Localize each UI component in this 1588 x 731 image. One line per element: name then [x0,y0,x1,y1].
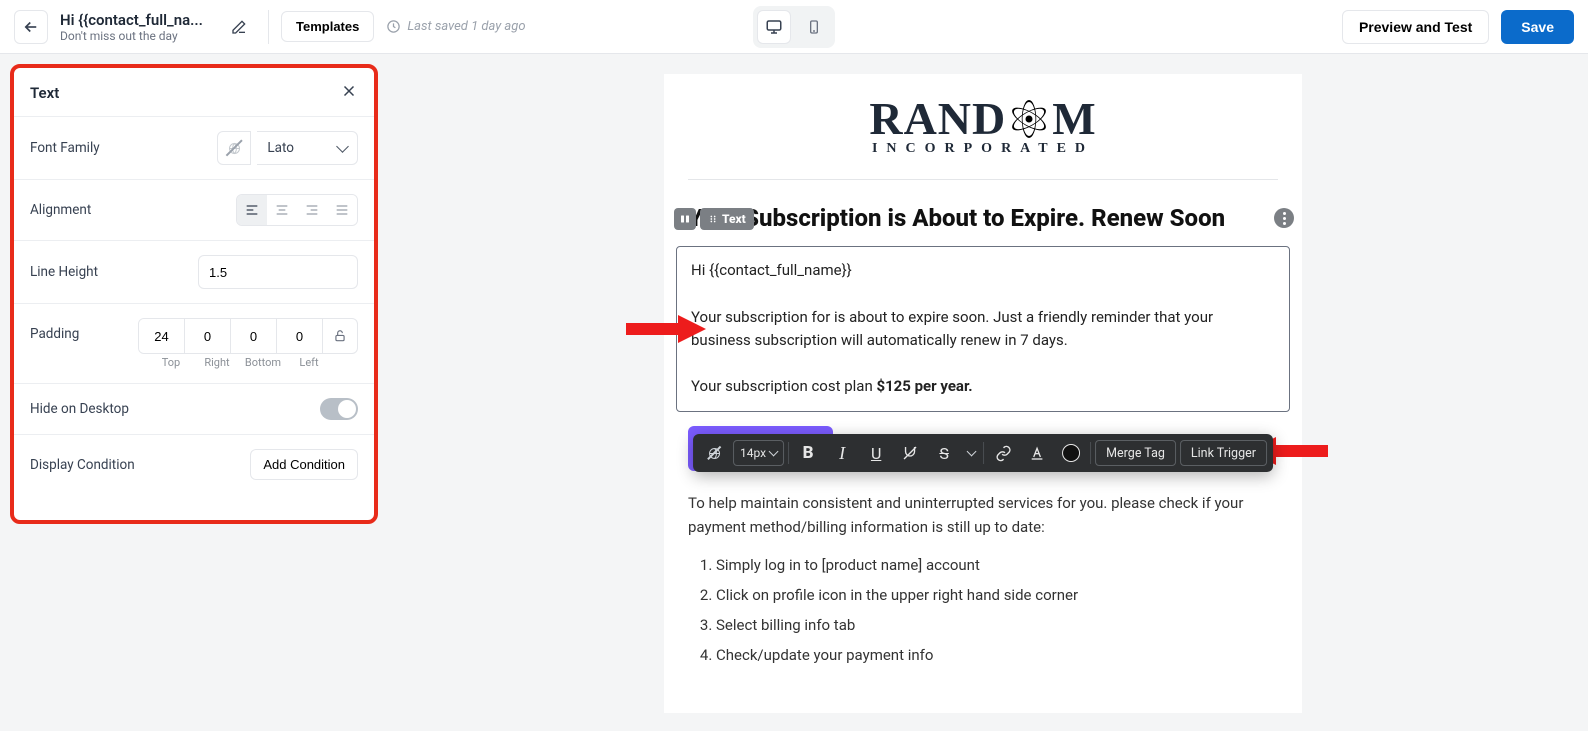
line-height-input[interactable] [198,255,358,289]
columns-icon [679,213,691,225]
panel-title: Text [30,84,59,102]
workspace: Text Font Family Lato Alignment [0,54,1588,713]
close-panel-button[interactable] [340,82,358,104]
back-button[interactable] [14,10,48,44]
document-title-block: Hi {{contact_full_na... Don't miss out t… [60,11,210,43]
line-height-label: Line Height [30,264,98,280]
monitor-icon [765,18,783,36]
drag-icon [708,214,718,224]
highlight-color-button[interactable] [1056,438,1086,468]
font-family-control: Lato [217,131,358,165]
font-family-label: Font Family [30,140,100,156]
document-subtitle: Don't miss out the day [60,29,210,43]
email-headline: Your Subscription is About to Expire. Re… [664,204,1302,242]
padding-top-input[interactable] [139,319,185,353]
align-right-button[interactable] [297,195,327,225]
padding-right-input[interactable] [185,319,231,353]
alignment-label: Alignment [30,202,91,218]
unlock-icon [333,329,347,343]
padding-inputs [138,318,358,354]
align-center-button[interactable] [267,195,297,225]
alignment-group [236,194,358,226]
padding-left-input[interactable] [277,319,323,353]
padding-bottom-input[interactable] [231,319,277,353]
logo: RAND M INCORPORATED [664,92,1302,169]
top-bar: Hi {{contact_full_na... Don't miss out t… [0,0,1588,54]
text-color-button[interactable] [1022,438,1052,468]
globe-icon [227,141,242,156]
bold-button[interactable]: B [793,438,823,468]
document-title: Hi {{contact_full_na... [60,11,210,29]
block-menu-button[interactable] [1274,208,1294,228]
more-format-button[interactable] [963,438,979,468]
list-item: Select billing info tab [716,613,1278,637]
global-style-toggle[interactable] [217,131,251,165]
editor-line-p2: Your subscription cost plan $125 per yea… [691,375,1275,398]
atom-icon [1007,97,1051,141]
list-item: Check/update your payment info [716,643,1278,667]
link-button[interactable] [988,438,1018,468]
clock-icon [386,19,401,34]
canvas-area: RAND M INCORPORATED Your Subscription is… [378,54,1588,713]
text-properties-panel: Text Font Family Lato Alignment [10,64,378,524]
device-preview-switch [753,6,835,48]
steps-list: Simply log in to [product name] account … [716,553,1278,667]
text-editor[interactable]: Hi {{contact_full_name}} Your subscripti… [676,246,1290,412]
save-button[interactable]: Save [1501,10,1574,44]
list-item: Click on profile icon in the upper right… [716,583,1278,607]
padding-lock-button[interactable] [323,319,357,353]
padding-label: Padding [30,318,79,342]
divider [688,179,1278,180]
annotation-arrow-left [626,312,706,346]
underline-button[interactable]: U [861,438,891,468]
display-condition-label: Display Condition [30,457,135,473]
email-canvas: RAND M INCORPORATED Your Subscription is… [664,74,1302,713]
email-body: To help maintain consistent and uninterr… [664,491,1302,667]
hide-desktop-toggle[interactable] [320,398,358,420]
text-color-icon [1029,445,1045,461]
hide-desktop-label: Hide on Desktop [30,401,129,417]
mobile-preview-button[interactable] [797,10,831,44]
chevron-down-icon [336,140,349,153]
last-saved-text: Last saved 1 day ago [386,19,525,34]
add-condition-button[interactable]: Add Condition [250,449,358,480]
font-family-value: Lato [267,140,294,156]
font-size-select[interactable]: 14px [733,440,784,466]
align-left-button[interactable] [237,195,267,225]
link-icon [995,445,1012,462]
text-format-toolbar: 14px B I U S Merge Tag Link Trigger [693,434,1273,472]
merge-tag-button[interactable]: Merge Tag [1095,440,1176,466]
clear-icon [901,444,919,462]
italic-button[interactable]: I [827,438,857,468]
editor-line-p1: Your subscription for is about to expire… [691,306,1275,353]
list-item: Simply log in to [product name] account [716,553,1278,577]
text-block-handle[interactable]: Text [700,208,754,230]
strikethrough-button[interactable]: S [929,438,959,468]
clear-format-button[interactable] [895,438,925,468]
preview-test-button[interactable]: Preview and Test [1342,10,1489,44]
templates-button[interactable]: Templates [281,11,374,42]
font-family-dropdown[interactable]: Lato [257,131,358,165]
global-font-toggle[interactable] [699,438,729,468]
link-trigger-button[interactable]: Link Trigger [1180,440,1267,466]
edit-title-button[interactable] [222,10,256,44]
body-paragraph: To help maintain consistent and uninterr… [688,491,1278,539]
column-handle[interactable] [674,208,696,230]
align-justify-button[interactable] [327,195,357,225]
desktop-preview-button[interactable] [757,10,791,44]
editor-line-greeting: Hi {{contact_full_name}} [691,259,1275,282]
chevron-down-icon [769,447,779,457]
divider [268,10,269,44]
mobile-icon [806,18,822,36]
